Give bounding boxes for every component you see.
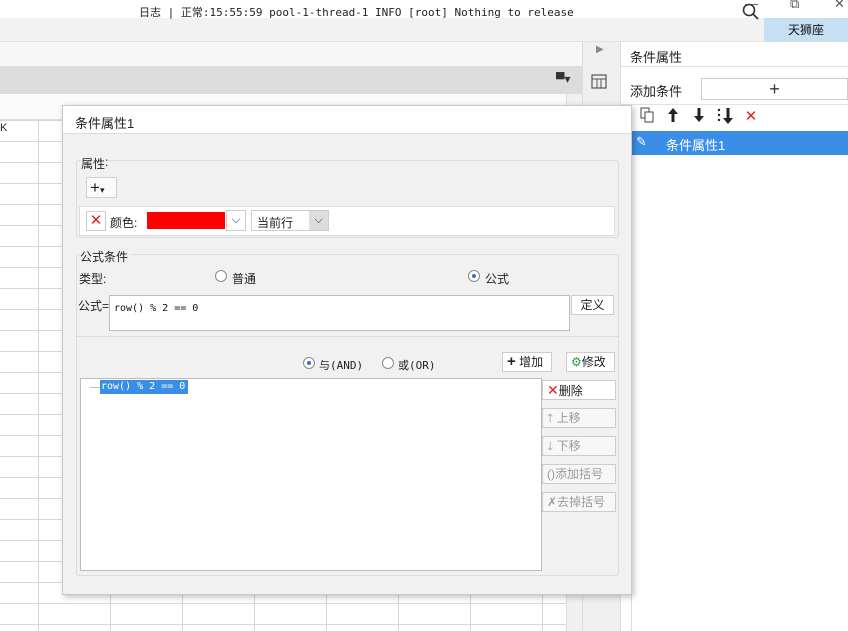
format-bar (0, 66, 582, 94)
condition-list-item-selected[interactable] (632, 131, 848, 155)
type-label: 类型: (79, 272, 107, 286)
remove-bracket-label: 去掉括号 (557, 495, 606, 509)
move-bottom-icon[interactable] (715, 107, 735, 127)
plus-icon: + (507, 353, 516, 370)
format-painter-icon[interactable]: ▀▾ (556, 72, 571, 86)
formula-value: row() % 2 == 0 (114, 303, 199, 314)
color-swatch[interactable] (147, 212, 225, 229)
formula-section-label: 公式条件 (80, 248, 132, 265)
modify-button[interactable]: ⚙修改 (566, 352, 615, 372)
add-property-button[interactable]: +▾ (86, 177, 117, 198)
arrow-down-icon: 🡓 (547, 439, 554, 453)
remove-bracket-icon: ✗ (547, 495, 558, 509)
and-label: 与(AND) (319, 359, 364, 372)
or-radio[interactable] (382, 357, 394, 369)
edit-pencil-icon: ✎ (636, 134, 647, 149)
or-label: 或(OR) (398, 359, 436, 372)
move-up-label: 上移 (556, 411, 581, 425)
add-label: 增加 (519, 355, 544, 369)
scope-value: 当前行 (257, 216, 294, 230)
property-section-label: 属性 (81, 155, 109, 172)
panel-title: 条件属性 (630, 50, 683, 65)
grid-layout-icon[interactable] (590, 73, 612, 95)
delete-icon[interactable]: ✕ (741, 107, 761, 127)
restore-button[interactable]: ⧉ (790, 0, 799, 12)
add-condition-button[interactable]: + (701, 78, 848, 100)
tree-item-label: row() % 2 == 0 (101, 381, 186, 392)
arrow-down-icon[interactable] (689, 107, 709, 127)
add-bracket-label: 添加括号 (555, 467, 604, 481)
log-message: 日志 | 正常:15:55:59 pool-1-thread-1 INFO [r… (139, 6, 574, 19)
remove-property-icon[interactable]: ✕ (86, 211, 106, 231)
dialog-title-bar (63, 106, 631, 134)
arrow-up-icon[interactable] (663, 107, 683, 127)
dialog-title: 条件属性1 (75, 116, 135, 131)
condition-tree[interactable] (80, 378, 542, 571)
and-radio[interactable] (303, 357, 315, 369)
divider (620, 66, 848, 67)
delete-condition-button[interactable]: ✕删除 (542, 380, 616, 400)
chevron-down-icon: ▾ (99, 185, 105, 195)
column-label: K (0, 122, 8, 134)
search-icon[interactable] (741, 2, 761, 22)
arrow-up-icon: 🡑 (547, 411, 554, 425)
move-up-button[interactable]: 🡑 上移 (542, 408, 616, 428)
tree-connector (90, 387, 100, 388)
color-dropdown-icon[interactable]: ⌵ (226, 210, 246, 231)
color-label: 颜色: (110, 216, 138, 230)
condition-item-label: 条件属性1 (666, 138, 726, 153)
move-down-label: 下移 (556, 439, 581, 453)
collapse-arrow-icon[interactable]: ▶ (596, 44, 604, 55)
delete-icon: ✕ (547, 382, 559, 398)
copy-icon[interactable] (637, 107, 657, 127)
type-formula-radio[interactable] (468, 270, 480, 282)
add-property-label: + (90, 178, 100, 197)
modify-icon: ⚙ (571, 355, 582, 369)
type-normal-label: 普通 (232, 272, 257, 286)
move-down-button[interactable]: 🡓 下移 (542, 436, 616, 456)
divider (76, 336, 619, 337)
chevron-down-icon[interactable]: ⌵ (309, 211, 328, 230)
define-button[interactable]: 定义 (571, 295, 614, 315)
add-bracket-button[interactable]: ()添加括号 (542, 464, 616, 484)
modify-label: 修改 (581, 355, 606, 369)
type-formula-label: 公式 (485, 272, 510, 286)
divider (620, 104, 848, 105)
add-condition-label: 添加条件 (630, 84, 683, 99)
formula-label: 公式= (78, 299, 110, 313)
bracket-icon: () (547, 467, 555, 481)
delete-label: 删除 (558, 384, 583, 398)
remove-bracket-button[interactable]: ✗去掉括号 (542, 492, 616, 512)
editor-toolbar (0, 42, 582, 66)
log-bar (0, 18, 848, 42)
close-window-button[interactable]: ✕ (834, 0, 845, 12)
user-button[interactable]: 天狮座 (764, 18, 848, 42)
add-condition-item-button[interactable]: + 增加 (502, 352, 552, 372)
type-normal-radio[interactable] (215, 270, 227, 282)
section-colon: : (105, 155, 109, 169)
